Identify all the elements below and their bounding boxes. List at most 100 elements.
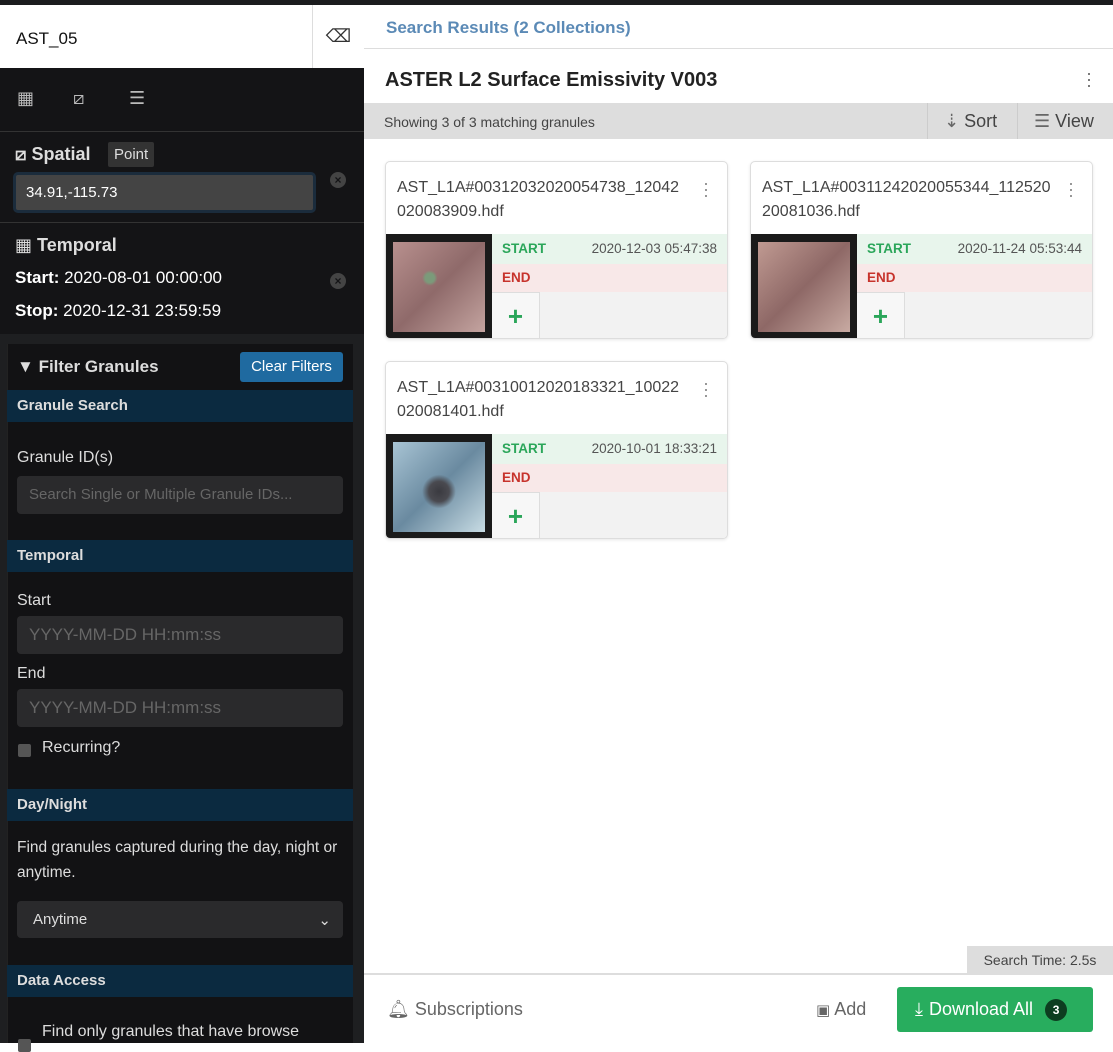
divider: [0, 131, 364, 132]
view-label: View: [1055, 111, 1094, 131]
start-label: Start: [17, 592, 51, 609]
granule-thumbnail[interactable]: [751, 234, 857, 338]
granule-card[interactable]: AST_L1A#00312032020054738_12042020083909…: [385, 161, 728, 339]
start-row: START 2020-12-03 05:47:38: [492, 234, 727, 264]
granule-menu-icon[interactable]: · · ·: [703, 174, 709, 204]
end-label: END: [867, 270, 896, 285]
temporal-heading: ▦ Temporal: [15, 235, 117, 256]
subscriptions-button[interactable]: 🔔︎ Subscriptions: [387, 999, 523, 1020]
clear-temporal-button[interactable]: ×: [330, 273, 346, 289]
spatial-type-badge: Point: [108, 142, 155, 167]
collection-menu-icon[interactable]: · · ·: [1086, 64, 1092, 94]
granule-id-label: Granule ID(s): [17, 449, 114, 466]
start-date: 2020-10-01 18:33:21: [591, 441, 717, 456]
temporal-title: Temporal: [37, 235, 117, 255]
end-date-input[interactable]: YYYY-MM-DD HH:mm:ss: [17, 689, 343, 727]
download-count-badge: 3: [1045, 998, 1068, 1021]
start-value: 2020-08-01 00:00:00: [64, 268, 222, 287]
granule-toolbar: Showing 3 of 3 matching granules ⇣ Sort …: [364, 103, 1113, 139]
start-label: START: [502, 241, 546, 256]
divider: [0, 222, 364, 223]
start-date: 2020-11-24 05:53:44: [957, 241, 1082, 256]
keyword-search-input[interactable]: AST_05: [0, 5, 312, 68]
start-date: 2020-12-03 05:47:38: [591, 241, 717, 256]
temporal-filter-header: Temporal: [7, 540, 353, 572]
granule-name: AST_L1A#00310012020183321_10022020081401…: [397, 379, 680, 420]
filter-granules-heading: ▼ Filter Granules: [17, 357, 159, 377]
scrollbar[interactable]: [353, 334, 364, 1043]
start-row: START 2020-10-01 18:33:21: [492, 434, 727, 464]
granule-menu-icon[interactable]: · · ·: [1068, 174, 1074, 204]
folder-plus-icon: ▣: [816, 1002, 831, 1019]
start-date-input[interactable]: YYYY-MM-DD HH:mm:ss: [17, 616, 343, 654]
granule-thumbnail[interactable]: [386, 234, 492, 338]
temporal-tool-icon[interactable]: ▦: [17, 88, 34, 109]
start-label: START: [867, 241, 911, 256]
add-granule-button[interactable]: +: [857, 292, 905, 338]
sort-icon: ⇣: [944, 111, 960, 131]
subscriptions-label: Subscriptions: [414, 999, 523, 1019]
recurring-checkbox[interactable]: [18, 744, 31, 757]
clear-spatial-button[interactable]: ×: [330, 172, 346, 188]
crop-icon: ⧄: [15, 144, 27, 164]
collection-title: ASTER L2 Surface Emissivity V003: [385, 69, 718, 91]
end-label: End: [17, 665, 46, 682]
filter-icon: ▼: [17, 357, 34, 376]
divider: [364, 48, 1113, 49]
temporal-stop: Stop: 2020-12-31 23:59:59: [15, 301, 221, 321]
clear-filters-button[interactable]: Clear Filters: [240, 352, 343, 382]
day-night-value: Anytime: [33, 911, 88, 928]
start-label: Start:: [15, 268, 60, 287]
granule-card[interactable]: AST_L1A#00310012020183321_10022020081401…: [385, 361, 728, 539]
browse-label: Find only granules that have browse: [42, 1023, 300, 1040]
temporal-start: Start: 2020-08-01 00:00:00: [15, 268, 222, 288]
data-access-header: Data Access: [7, 965, 353, 997]
start-label: START: [502, 441, 546, 456]
spatial-heading: ⧄ Spatial: [15, 144, 91, 165]
actions-row: +: [492, 492, 727, 538]
eraser-icon: ⌫: [325, 26, 352, 46]
view-button[interactable]: ☰ View: [1017, 103, 1113, 139]
spatial-input[interactable]: 34.91,-115.73: [13, 172, 316, 213]
spatial-title: Spatial: [31, 144, 91, 164]
end-row: END: [492, 464, 727, 492]
bell-icon: 🔔︎: [387, 999, 410, 1019]
add-granule-button[interactable]: +: [492, 492, 540, 538]
download-all-button[interactable]: ⤓ Download All 3: [897, 987, 1093, 1032]
start-row: START 2020-11-24 05:53:44: [857, 234, 1092, 264]
stop-label: Stop:: [15, 301, 59, 320]
download-icon: ⤓: [915, 999, 923, 1019]
list-icon: ☰: [1034, 111, 1051, 131]
granule-name: AST_L1A#00311242020055344_11252020081036…: [762, 179, 1051, 220]
calendar-icon: ▦: [15, 235, 33, 255]
end-row: END: [857, 264, 1092, 292]
granule-search-header: Granule Search: [7, 390, 353, 422]
stop-value: 2020-12-31 23:59:59: [63, 301, 222, 320]
granule-id-input[interactable]: Search Single or Multiple Granule IDs...: [17, 476, 343, 514]
chevron-down-icon: ⌄: [318, 912, 331, 929]
filter-title: Filter Granules: [38, 357, 159, 376]
granule-card[interactable]: AST_L1A#00311242020055344_11252020081036…: [750, 161, 1093, 339]
granule-thumbnail[interactable]: [386, 434, 492, 538]
add-to-project-button[interactable]: ▣ Add: [816, 999, 866, 1020]
search-results-breadcrumb[interactable]: Search Results (2 Collections): [386, 18, 631, 38]
search-time: Search Time: 2.5s: [967, 946, 1113, 973]
browse-checkbox[interactable]: [18, 1039, 31, 1052]
add-granule-button[interactable]: +: [492, 292, 540, 338]
advanced-filters-icon[interactable]: ☰: [129, 88, 145, 109]
recurring-label: Recurring?: [42, 739, 121, 756]
sort-label: Sort: [964, 111, 998, 131]
day-night-select[interactable]: Anytime ⌄: [17, 901, 343, 938]
day-night-header: Day/Night: [7, 789, 353, 821]
actions-row: +: [492, 292, 727, 338]
showing-count: Showing 3 of 3 matching granules: [384, 114, 595, 130]
download-all-label: Download All: [928, 999, 1034, 1019]
clear-search-button[interactable]: ⌫: [312, 5, 364, 68]
actions-row: +: [857, 292, 1092, 338]
day-night-description: Find granules captured during the day, n…: [17, 839, 338, 881]
end-row: END: [492, 264, 727, 292]
spatial-tool-icon[interactable]: ⧄: [73, 88, 84, 109]
granule-menu-icon[interactable]: · · ·: [703, 374, 709, 404]
sort-button[interactable]: ⇣ Sort: [927, 103, 1017, 139]
end-label: END: [502, 270, 531, 285]
